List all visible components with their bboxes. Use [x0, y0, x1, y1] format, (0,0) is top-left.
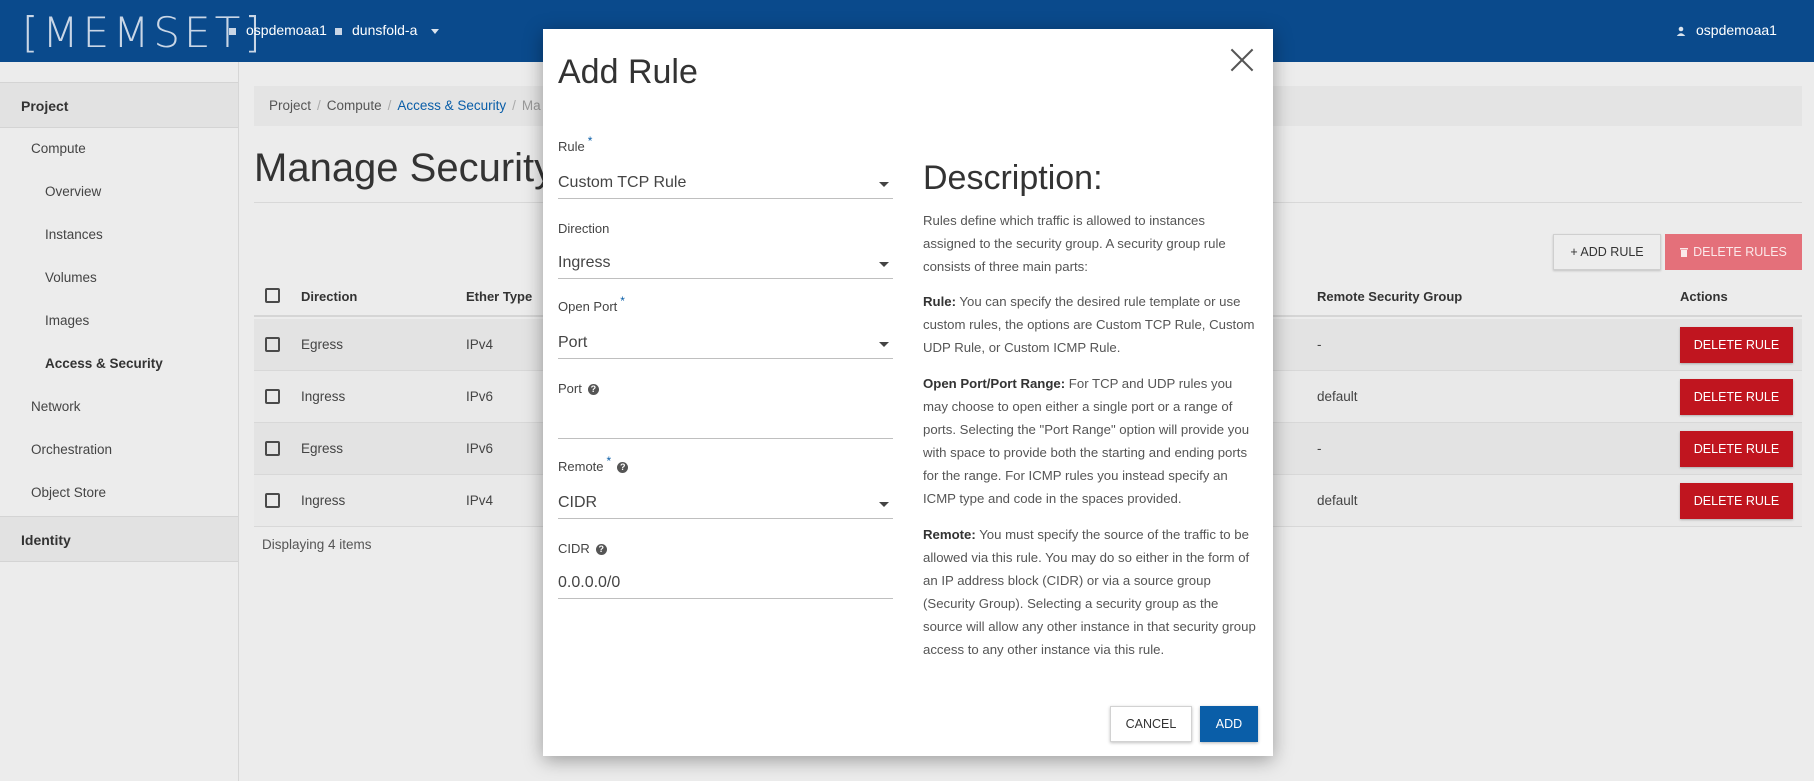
remote-label-text: Remote — [558, 459, 604, 474]
direction-select-value: Ingress — [558, 254, 611, 271]
cidr-label: CIDR? — [558, 541, 607, 556]
direction-select[interactable]: Ingress — [558, 247, 893, 279]
chevron-down-icon — [879, 502, 889, 507]
rule-label: Rule * — [558, 134, 592, 154]
cidr-label-text: CIDR — [558, 541, 590, 556]
remote-select[interactable]: CIDR — [558, 487, 893, 519]
required-marker: * — [606, 454, 612, 468]
description-port-text: For TCP and UDP rules you may choose to … — [923, 376, 1250, 506]
description-remote: Remote: You must specify the source of t… — [923, 523, 1258, 661]
description-rule-heading: Rule: — [923, 294, 956, 309]
description-title: Description: — [923, 159, 1103, 197]
description-port-heading: Open Port/Port Range: — [923, 376, 1066, 391]
port-label: Port? — [558, 381, 599, 396]
help-icon[interactable]: ? — [617, 462, 629, 474]
rule-label-text: Rule — [558, 139, 585, 154]
rule-select[interactable]: Custom TCP Rule — [558, 167, 893, 199]
chevron-down-icon — [879, 342, 889, 347]
description-rule: Rule: You can specify the desired rule t… — [923, 290, 1258, 359]
chevron-down-icon — [879, 182, 889, 187]
close-icon[interactable] — [1229, 47, 1255, 73]
required-marker: * — [620, 294, 625, 308]
description-remote-heading: Remote: — [923, 527, 976, 542]
open-port-label-text: Open Port — [558, 299, 618, 314]
open-port-select-value: Port — [558, 334, 588, 351]
description-remote-text: You must specify the source of the traff… — [923, 527, 1256, 657]
remote-select-value: CIDR — [558, 494, 598, 511]
description-port: Open Port/Port Range: For TCP and UDP ru… — [923, 372, 1258, 510]
open-port-select[interactable]: Port — [558, 327, 893, 359]
rule-select-value: Custom TCP Rule — [558, 174, 687, 191]
help-icon[interactable]: ? — [587, 384, 599, 396]
chevron-down-icon — [879, 262, 889, 267]
dialog-title: Add Rule — [558, 53, 698, 91]
add-rule-dialog: Add Rule Rule * Custom TCP Rule Direction… — [543, 29, 1273, 756]
cidr-input[interactable]: 0.0.0.0/0 — [558, 567, 893, 599]
direction-label: Direction — [558, 221, 610, 236]
port-input[interactable] — [558, 407, 893, 439]
required-marker: * — [587, 134, 593, 148]
description-intro: Rules define which traffic is allowed to… — [923, 213, 1226, 274]
description-rule-text: You can specify the desired rule templat… — [923, 294, 1255, 355]
help-icon[interactable]: ? — [595, 544, 607, 556]
remote-label: Remote *? — [558, 454, 629, 474]
add-button[interactable]: ADD — [1200, 706, 1258, 742]
cancel-button[interactable]: CANCEL — [1110, 706, 1192, 742]
port-label-text: Port — [558, 381, 582, 396]
open-port-label: Open Port * — [558, 294, 625, 314]
